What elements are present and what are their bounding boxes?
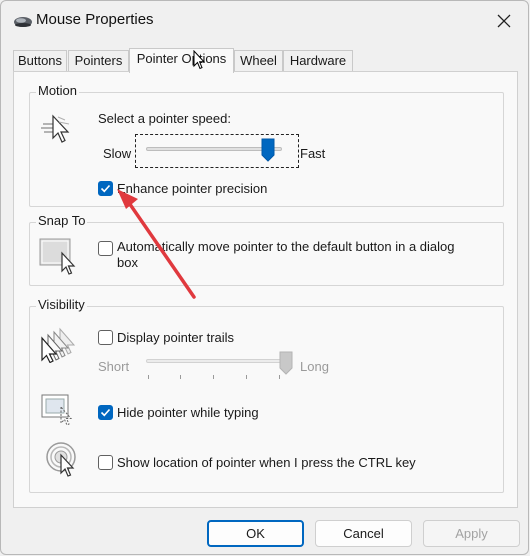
annotation-arrow-icon [117, 189, 196, 299]
mouse-properties-window: Mouse Properties Buttons Pointers Pointe… [0, 0, 529, 555]
long-label: Long [300, 359, 329, 374]
motion-group-title: Motion [36, 83, 80, 98]
trail-tick [279, 375, 280, 379]
visibility-group-title: Visibility [36, 297, 87, 312]
ctrl-locate-icon [46, 442, 76, 477]
close-icon [497, 14, 511, 28]
close-button[interactable] [490, 7, 518, 35]
trail-tick [148, 375, 149, 379]
speed-slider-thumb[interactable] [261, 138, 275, 162]
tab-hardware[interactable]: Hardware [283, 50, 353, 72]
trail-tick [246, 375, 247, 379]
cancel-button[interactable]: Cancel [315, 520, 412, 547]
mouse-icon [12, 12, 32, 30]
show-ctrl-checkbox[interactable] [98, 455, 113, 470]
pointer-trails-checkbox[interactable] [98, 330, 113, 345]
apply-button[interactable]: Apply [423, 520, 520, 547]
pointer-trails-label: Display pointer trails [117, 330, 235, 345]
pointer-speed-label: Select a pointer speed: [98, 111, 231, 126]
snap-to-group-title: Snap To [36, 213, 88, 228]
mouse-cursor-icon [193, 50, 205, 70]
ok-button[interactable]: OK [207, 520, 304, 547]
show-ctrl-label: Show location of pointer when I press th… [117, 455, 416, 470]
snap-to-icon [39, 238, 76, 275]
window-title: Mouse Properties [36, 11, 154, 28]
hide-pointer-icon [41, 394, 73, 426]
tab-buttons[interactable]: Buttons [13, 50, 67, 72]
short-label: Short [98, 359, 130, 374]
trail-slider-track [146, 359, 286, 363]
title-bar: Mouse Properties [1, 1, 528, 41]
pointer-trails-icon [41, 327, 76, 363]
trail-tick [213, 375, 214, 379]
trail-tick [180, 375, 181, 379]
fast-label: Fast [300, 146, 326, 161]
tab-wheel[interactable]: Wheel [234, 50, 283, 72]
slow-label: Slow [103, 146, 132, 161]
tab-strip: Buttons Pointers Pointer Options Wheel H… [13, 48, 518, 73]
tab-pointers[interactable]: Pointers [68, 50, 129, 72]
hide-pointer-label: Hide pointer while typing [117, 405, 259, 420]
trail-slider-thumb[interactable] [279, 351, 293, 375]
hide-pointer-checkbox[interactable] [98, 405, 113, 420]
pointer-speed-icon [41, 114, 70, 143]
tab-pointer-options[interactable]: Pointer Options [129, 48, 234, 73]
